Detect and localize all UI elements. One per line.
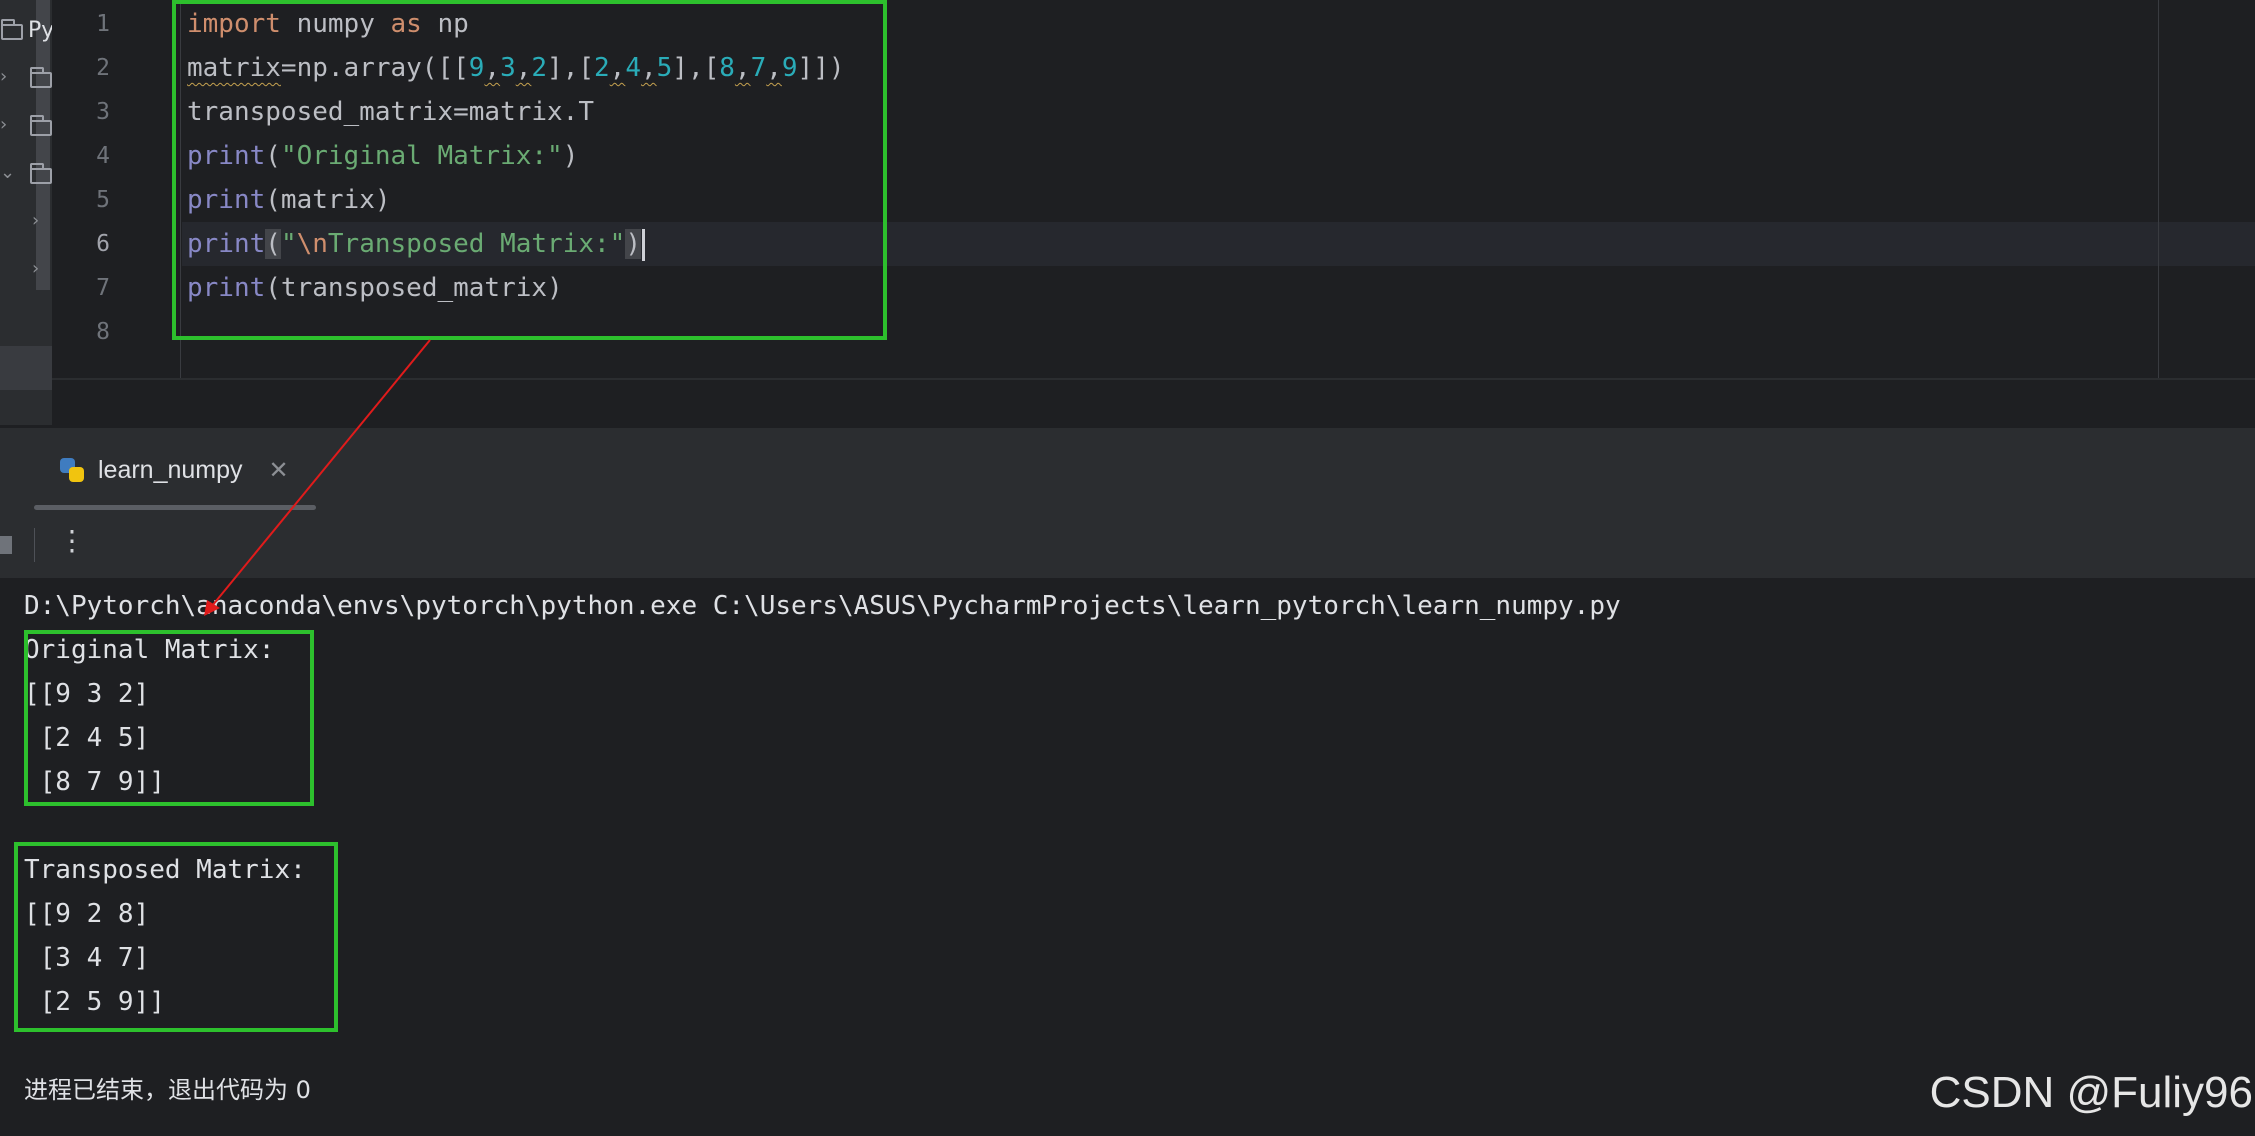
run-toolbar: ⋮ bbox=[0, 512, 2255, 578]
line-number-active: 6 bbox=[96, 231, 110, 257]
line-number: 7 bbox=[96, 275, 110, 301]
folder-icon bbox=[30, 163, 52, 184]
transposed-output-annotation-box bbox=[14, 842, 338, 1032]
run-tool-window-header: learn_numpy ✕ bbox=[0, 428, 2255, 513]
line-number: 2 bbox=[96, 55, 110, 81]
more-options-icon[interactable]: ⋮ bbox=[58, 524, 86, 557]
original-output-annotation-box bbox=[24, 630, 314, 806]
chevron-right-icon[interactable]: › bbox=[32, 210, 39, 231]
right-margin-guide bbox=[2158, 0, 2159, 380]
line-number: 5 bbox=[96, 187, 110, 213]
toolbar-separator bbox=[34, 528, 35, 562]
run-tab-label: learn_numpy bbox=[98, 455, 243, 484]
line-number: 8 bbox=[96, 319, 110, 345]
line-number: 3 bbox=[96, 99, 110, 125]
code-annotation-box bbox=[172, 0, 887, 340]
tree-row-3[interactable]: ⌄ bbox=[0, 158, 52, 198]
tree-row-2[interactable]: › bbox=[0, 110, 52, 150]
close-icon[interactable]: ✕ bbox=[269, 456, 289, 485]
chevron-right-icon[interactable]: › bbox=[0, 66, 7, 87]
tree-row-1[interactable]: › bbox=[0, 62, 52, 102]
active-tab-indicator bbox=[34, 505, 316, 510]
watermark: CSDN @Fuliy96 bbox=[1929, 1068, 2253, 1117]
folder-icon bbox=[1, 19, 23, 40]
tree-row-5[interactable]: › bbox=[0, 254, 52, 294]
project-root-label: Py bbox=[28, 18, 55, 43]
project-root-row[interactable]: Py bbox=[0, 14, 55, 54]
python-icon bbox=[58, 456, 86, 484]
folder-icon bbox=[30, 115, 52, 136]
console-command-line: D:\Pytorch\anaconda\envs\pytorch\python.… bbox=[24, 591, 1621, 621]
tree-selection-highlight bbox=[0, 346, 52, 390]
folder-icon bbox=[30, 67, 52, 88]
stop-icon[interactable] bbox=[0, 536, 12, 554]
chevron-right-icon[interactable]: › bbox=[32, 258, 39, 279]
console-output[interactable]: D:\Pytorch\anaconda\envs\pytorch\python.… bbox=[0, 578, 2255, 1136]
chevron-right-icon[interactable]: › bbox=[0, 114, 7, 135]
project-tree-panel: Py › › ⌄ › › bbox=[0, 0, 55, 425]
console-exit-message: 进程已结束，退出代码为 0 bbox=[24, 1076, 311, 1104]
editor-bottom-border bbox=[52, 378, 2255, 380]
run-tab-learn-numpy[interactable]: learn_numpy ✕ bbox=[58, 446, 289, 494]
line-number: 1 bbox=[96, 11, 110, 37]
chevron-down-icon[interactable]: ⌄ bbox=[0, 162, 15, 183]
line-number: 4 bbox=[96, 143, 110, 169]
tree-row-4[interactable]: › bbox=[0, 206, 52, 246]
